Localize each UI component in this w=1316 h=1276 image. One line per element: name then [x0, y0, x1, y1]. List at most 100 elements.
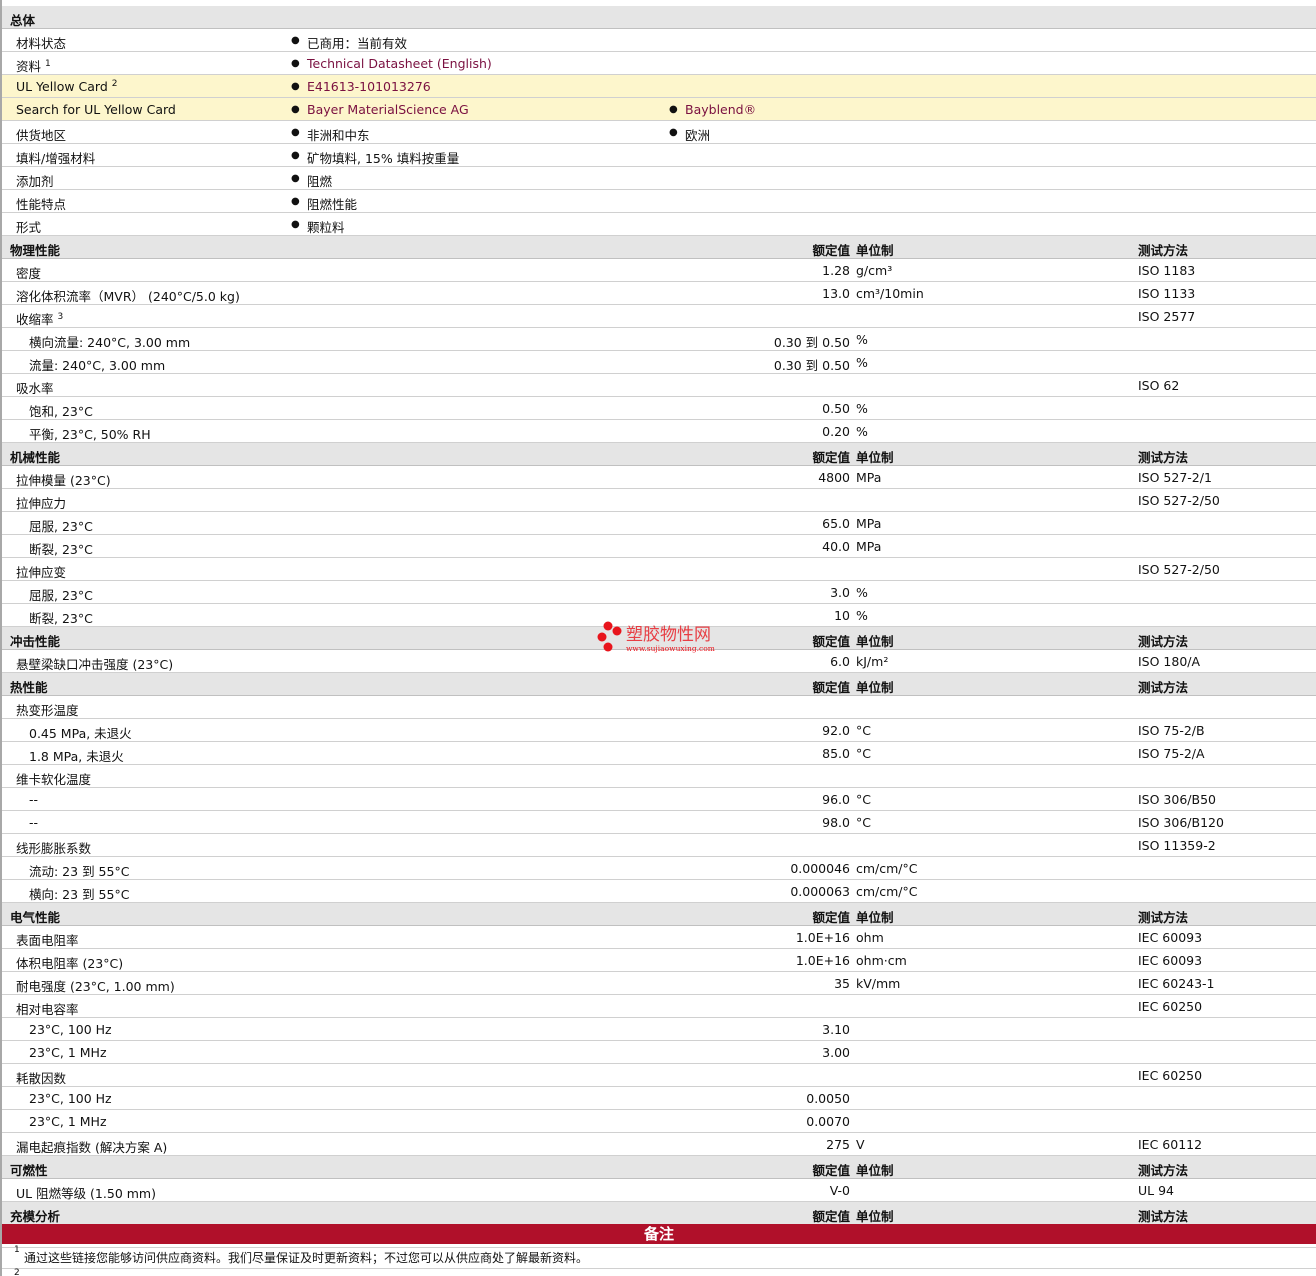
- table-row: 23°C, 100 Hz 3.10: [2, 1018, 1316, 1041]
- label-text: 23°C, 1 MHz: [29, 1045, 107, 1060]
- property-label: --: [29, 815, 38, 830]
- table-row: 1.8 MPa, 未退火 85.0 °C ISO 75-2/A: [2, 742, 1316, 765]
- property-label: 流动: 23 到 55°C: [29, 861, 129, 880]
- property-label: 体积电阻率 (23°C): [16, 953, 123, 972]
- property-label: 屈服, 23°C: [29, 585, 93, 604]
- section-header: 可燃性 额定值 单位制 测试方法: [2, 1156, 1316, 1179]
- value-link[interactable]: E41613-101013276: [307, 79, 431, 94]
- unit: %: [856, 355, 868, 370]
- bullet-icon: ●: [291, 173, 300, 184]
- label-text: 相对电容率: [16, 1002, 79, 1017]
- method-column-header: 测试方法: [1138, 1209, 1189, 1224]
- property-label: 横向流量: 240°C, 3.00 mm: [29, 332, 190, 351]
- unit: °C: [856, 792, 871, 807]
- label-text: 0.45 MPa, 未退火: [29, 726, 132, 741]
- label-text: 耐电强度 (23°C, 1.00 mm): [16, 979, 175, 994]
- property-label: 拉伸应变: [16, 562, 66, 581]
- table-row: 热变形温度: [2, 696, 1316, 719]
- footnote-ref[interactable]: 3: [58, 312, 64, 322]
- property-label: 23°C, 100 Hz: [29, 1091, 112, 1106]
- test-method: IEC 60243-1: [1138, 976, 1215, 991]
- unit: °C: [856, 746, 871, 761]
- test-method: ISO 62: [1138, 378, 1180, 393]
- table-row: 耗散因数 IEC 60250: [2, 1064, 1316, 1087]
- table-row: 漏电起痕指数 (解决方案 A) 275 V IEC 60112: [2, 1133, 1316, 1156]
- section-title: 物理性能: [10, 243, 61, 258]
- test-method: ISO 527-2/1: [1138, 470, 1212, 485]
- test-method: UL 94: [1138, 1183, 1174, 1198]
- unit: °C: [856, 723, 871, 738]
- property-label: 填料/增强材料: [16, 148, 95, 167]
- label-text: UL Yellow Card: [16, 79, 108, 95]
- value-column-header: 额定值: [812, 1209, 850, 1224]
- value-link[interactable]: Technical Datasheet (English): [307, 56, 492, 71]
- bullet-icon: ●: [291, 196, 300, 207]
- unit: cm³/10min: [856, 286, 924, 301]
- footnote-1: 1 通过这些链接您能够访问供应商资料。我们尽量保证及时更新资料；不过您可以从供应…: [2, 1244, 1316, 1269]
- label-text: 填料/增强材料: [16, 151, 96, 166]
- method-column-header: 测试方法: [1138, 1163, 1189, 1178]
- table-row: 横向流量: 240°C, 3.00 mm 0.30 到 0.50%: [2, 328, 1316, 351]
- nominal-value: 0.30 到 0.50: [773, 358, 850, 373]
- unit-column-header: 单位制: [856, 450, 894, 465]
- nominal-value: 0.30 到 0.50: [773, 335, 850, 350]
- value-text: 矿物填料, 15% 填料按重量: [307, 151, 460, 166]
- value-link[interactable]: Bayblend®: [685, 102, 756, 117]
- property-label: 0.45 MPa, 未退火: [29, 723, 132, 742]
- table-row: -- 96.0 °C ISO 306/B50: [2, 788, 1316, 811]
- nominal-value: 92.0: [822, 723, 850, 738]
- table-row: 体积电阻率 (23°C) 1.0E+16 ohm·cm IEC 60093: [2, 949, 1316, 972]
- value-column-header: 额定值: [812, 680, 850, 695]
- unit-column-header: 单位制: [856, 634, 894, 649]
- unit: MPa: [856, 516, 882, 531]
- table-row: 相对电容率 IEC 60250: [2, 995, 1316, 1018]
- label-text: 拉伸应变: [16, 565, 67, 580]
- value-text: 颗粒料: [307, 220, 345, 235]
- table-row: 收缩率 3 ISO 2577: [2, 305, 1316, 328]
- property-label: 耗散因数: [16, 1068, 66, 1087]
- value-link[interactable]: Bayer MaterialScience AG: [307, 102, 469, 117]
- footnote-2-number: 2: [14, 1268, 20, 1276]
- property-label: 相对电容率: [16, 999, 79, 1018]
- footnote-ref[interactable]: 2: [112, 79, 118, 89]
- label-text: 体积电阻率 (23°C): [16, 956, 124, 971]
- section-title: 机械性能: [10, 450, 61, 465]
- label-text: 收缩率: [16, 312, 54, 327]
- property-label: 吸水率: [16, 378, 54, 397]
- footnote-ref[interactable]: 1: [45, 59, 51, 69]
- label-text: 添加剂: [16, 174, 54, 189]
- table-row: 形式 ● 颗粒料: [2, 213, 1316, 236]
- label-text: 溶化体积流率（MVR） (240°C/5.0 kg): [16, 289, 240, 304]
- label-text: 饱和, 23°C: [29, 404, 93, 419]
- value-column-header: 额定值: [812, 243, 850, 258]
- label-text: 平衡, 23°C, 50% RH: [29, 427, 151, 442]
- test-method: ISO 11359-2: [1138, 838, 1216, 853]
- unit: %: [856, 424, 868, 439]
- property-label: 材料状态: [16, 33, 66, 52]
- unit: ohm: [856, 930, 884, 945]
- test-method: ISO 527-2/50: [1138, 562, 1220, 577]
- nominal-value: 0.50: [822, 401, 850, 416]
- test-method: IEC 60093: [1138, 930, 1203, 945]
- test-method: ISO 306/B50: [1138, 792, 1216, 807]
- table-row: 流动: 23 到 55°C 0.000046 cm/cm/°C: [2, 857, 1316, 880]
- unit-column-header: 单位制: [856, 1163, 894, 1178]
- nominal-value: 0.0070: [806, 1114, 850, 1129]
- table-row: 拉伸应力 ISO 527-2/50: [2, 489, 1316, 512]
- table-row: 屈服, 23°C 65.0 MPa: [2, 512, 1316, 535]
- unit: MPa: [856, 470, 882, 485]
- label-text: 悬壁梁缺口冲击强度 (23°C): [16, 657, 174, 672]
- table-row: 平衡, 23°C, 50% RH 0.20%: [2, 420, 1316, 443]
- table-row: 横向: 23 到 55°C 0.000063 cm/cm/°C: [2, 880, 1316, 903]
- label-text: 23°C, 1 MHz: [29, 1114, 107, 1129]
- table-row: 密度 1.28 g/cm³ ISO 1183: [2, 259, 1316, 282]
- table-row: 维卡软化温度: [2, 765, 1316, 788]
- unit: kJ/m²: [856, 654, 889, 669]
- table-row: 表面电阻率 1.0E+16 ohm IEC 60093: [2, 926, 1316, 949]
- property-label: 热变形温度: [16, 700, 79, 719]
- unit: ohm·cm: [856, 953, 907, 968]
- test-method: ISO 306/B120: [1138, 815, 1224, 830]
- property-label: 拉伸应力: [16, 493, 66, 512]
- value-text: 欧洲: [685, 128, 711, 143]
- test-method: ISO 75-2/A: [1138, 746, 1205, 761]
